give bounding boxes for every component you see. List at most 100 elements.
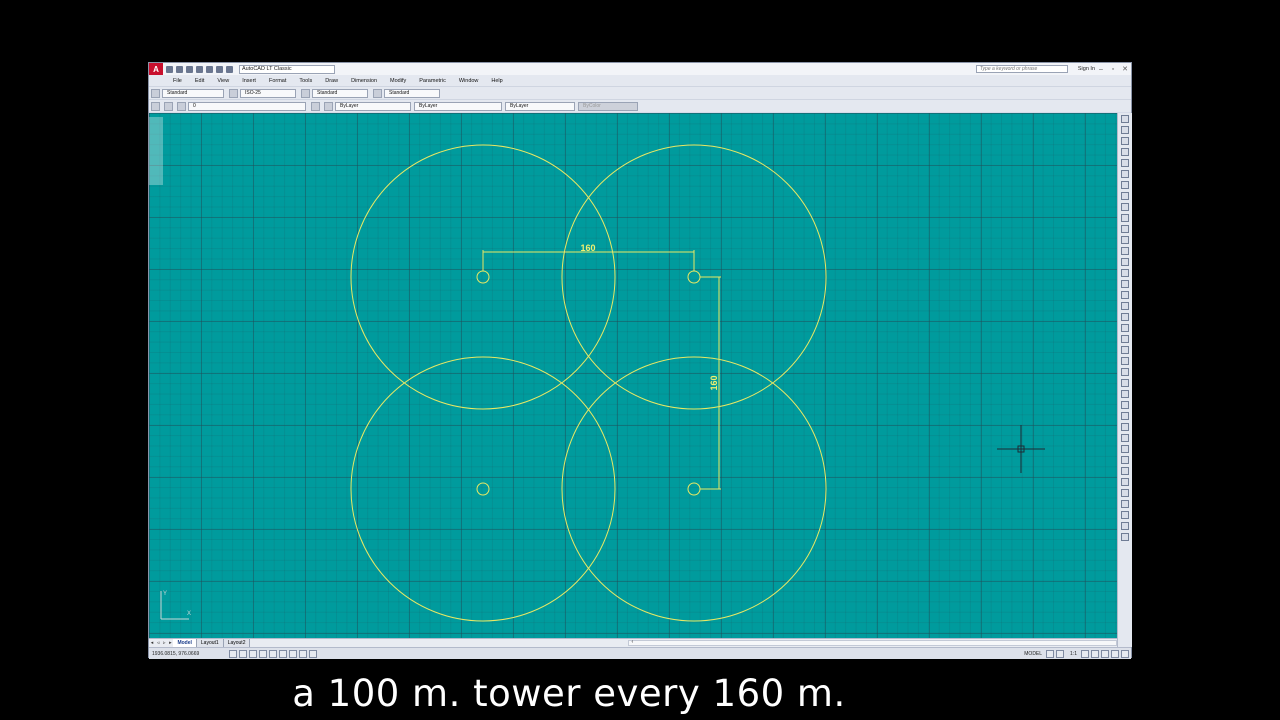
layer-previous-icon[interactable]: [324, 101, 333, 111]
properties-icon[interactable]: [1121, 533, 1129, 541]
zoom-icon[interactable]: [1121, 511, 1129, 519]
scale-icon[interactable]: [1121, 401, 1129, 409]
chamfer-icon[interactable]: [1121, 467, 1129, 475]
object-snap-icon[interactable]: [269, 649, 277, 658]
tab-layout1[interactable]: Layout1: [196, 639, 224, 647]
quick-view-layouts-icon[interactable]: [1046, 649, 1055, 658]
mirror-icon[interactable]: [1121, 346, 1129, 354]
save-as-icon[interactable]: [196, 65, 203, 73]
text-style-icon[interactable]: [151, 88, 160, 98]
move-icon[interactable]: [1121, 379, 1129, 387]
model-space-button[interactable]: MODEL: [1024, 651, 1042, 657]
clean-screen-icon[interactable]: [1121, 649, 1129, 658]
explode-icon[interactable]: [1121, 489, 1129, 497]
erase-icon[interactable]: [1121, 324, 1129, 332]
snap-mode-icon[interactable]: [229, 649, 237, 658]
menu-modify[interactable]: Modify: [390, 78, 406, 84]
fillet-icon[interactable]: [1121, 478, 1129, 486]
stretch-icon[interactable]: [1121, 412, 1129, 420]
gradient-icon[interactable]: [1121, 280, 1129, 288]
workspace-switching-icon[interactable]: [1091, 649, 1099, 658]
isolate-objects-icon[interactable]: [1111, 649, 1119, 658]
line-icon[interactable]: [1121, 115, 1129, 123]
lineweight-icon[interactable]: [299, 649, 307, 658]
polygon-icon[interactable]: [1121, 148, 1129, 156]
sign-in-link[interactable]: Sign In: [1078, 66, 1095, 72]
maximize-icon[interactable]: ▫: [1107, 66, 1119, 73]
multiline-text-icon[interactable]: [1121, 313, 1129, 321]
ortho-mode-icon[interactable]: [249, 649, 257, 658]
dim-style-icon[interactable]: [229, 88, 238, 98]
drawing-canvas[interactable]: 160 160 Y X: [149, 113, 1117, 638]
menu-window[interactable]: Window: [459, 78, 479, 84]
lineweight-select[interactable]: ByLayer: [505, 101, 575, 111]
redo-icon[interactable]: [226, 65, 233, 73]
rectangle-icon[interactable]: [1121, 159, 1129, 167]
menu-view[interactable]: View: [217, 78, 229, 84]
polar-tracking-icon[interactable]: [259, 649, 267, 658]
tab-layout2[interactable]: Layout2: [223, 639, 251, 647]
horizontal-scrollbar[interactable]: ‹: [628, 639, 1118, 646]
layer-on-icon[interactable]: [164, 101, 173, 111]
spline-icon[interactable]: [1121, 203, 1129, 211]
menu-format[interactable]: Format: [269, 78, 286, 84]
scroll-left-arrow-icon[interactable]: ‹: [631, 639, 633, 645]
point-icon[interactable]: [1121, 258, 1129, 266]
make-block-icon[interactable]: [1121, 247, 1129, 255]
pan-icon[interactable]: [1121, 500, 1129, 508]
linetype-select[interactable]: ByLayer: [414, 101, 502, 111]
hatch-icon[interactable]: [1121, 269, 1129, 277]
dim-style-select[interactable]: ISO-25: [240, 88, 296, 98]
join-icon[interactable]: [1121, 456, 1129, 464]
menu-tools[interactable]: Tools: [299, 78, 312, 84]
close-icon[interactable]: ✕: [1119, 65, 1131, 73]
menu-file[interactable]: File: [173, 78, 182, 84]
layer-icon[interactable]: [1121, 522, 1129, 530]
tab-model[interactable]: Model: [173, 639, 197, 647]
save-icon[interactable]: [186, 65, 193, 73]
arc-icon[interactable]: [1121, 170, 1129, 178]
rotate-icon[interactable]: [1121, 390, 1129, 398]
ellipse-arc-icon[interactable]: [1121, 225, 1129, 233]
annotation-visibility-icon[interactable]: [1081, 649, 1089, 658]
trim-icon[interactable]: [1121, 423, 1129, 431]
layer-properties-icon[interactable]: [151, 101, 160, 111]
break-icon[interactable]: [1121, 445, 1129, 453]
undo-icon[interactable]: [216, 65, 223, 73]
multileader-style-icon[interactable]: [373, 88, 382, 98]
extend-icon[interactable]: [1121, 434, 1129, 442]
menu-dimension[interactable]: Dimension: [351, 78, 377, 84]
print-icon[interactable]: [206, 65, 213, 73]
dynamic-input-icon[interactable]: [289, 649, 297, 658]
table-style-select[interactable]: Standard: [312, 88, 368, 98]
annotation-scale[interactable]: 1:1: [1070, 651, 1077, 657]
insert-block-icon[interactable]: [1121, 236, 1129, 244]
workspace-select[interactable]: AutoCAD LT Classic: [239, 64, 335, 74]
text-style-select[interactable]: Standard: [162, 88, 224, 98]
ellipse-icon[interactable]: [1121, 214, 1129, 222]
quick-properties-icon[interactable]: [309, 649, 317, 658]
construction-line-icon[interactable]: [1121, 126, 1129, 134]
menu-draw[interactable]: Draw: [325, 78, 338, 84]
object-snap-tracking-icon[interactable]: [279, 649, 287, 658]
minimize-icon[interactable]: –: [1095, 66, 1107, 73]
table-style-icon[interactable]: [301, 88, 310, 98]
grid-display-icon[interactable]: [239, 649, 247, 658]
circle-icon[interactable]: [1121, 181, 1129, 189]
color-select[interactable]: ByLayer: [335, 101, 411, 111]
open-file-icon[interactable]: [176, 65, 183, 73]
layer-freeze-icon[interactable]: [177, 101, 186, 111]
lock-icon[interactable]: [1101, 649, 1109, 658]
menu-help[interactable]: Help: [491, 78, 502, 84]
copy-icon[interactable]: [1121, 335, 1129, 343]
application-menu-button[interactable]: A: [149, 63, 163, 75]
region-icon[interactable]: [1121, 291, 1129, 299]
multileader-style-select[interactable]: Standard: [384, 88, 440, 98]
offset-icon[interactable]: [1121, 357, 1129, 365]
polyline-icon[interactable]: [1121, 137, 1129, 145]
make-current-layer-icon[interactable]: [311, 101, 320, 111]
quick-view-drawings-icon[interactable]: [1056, 649, 1065, 658]
menu-parametric[interactable]: Parametric: [419, 78, 446, 84]
menu-edit[interactable]: Edit: [195, 78, 204, 84]
revision-cloud-icon[interactable]: [1121, 192, 1129, 200]
